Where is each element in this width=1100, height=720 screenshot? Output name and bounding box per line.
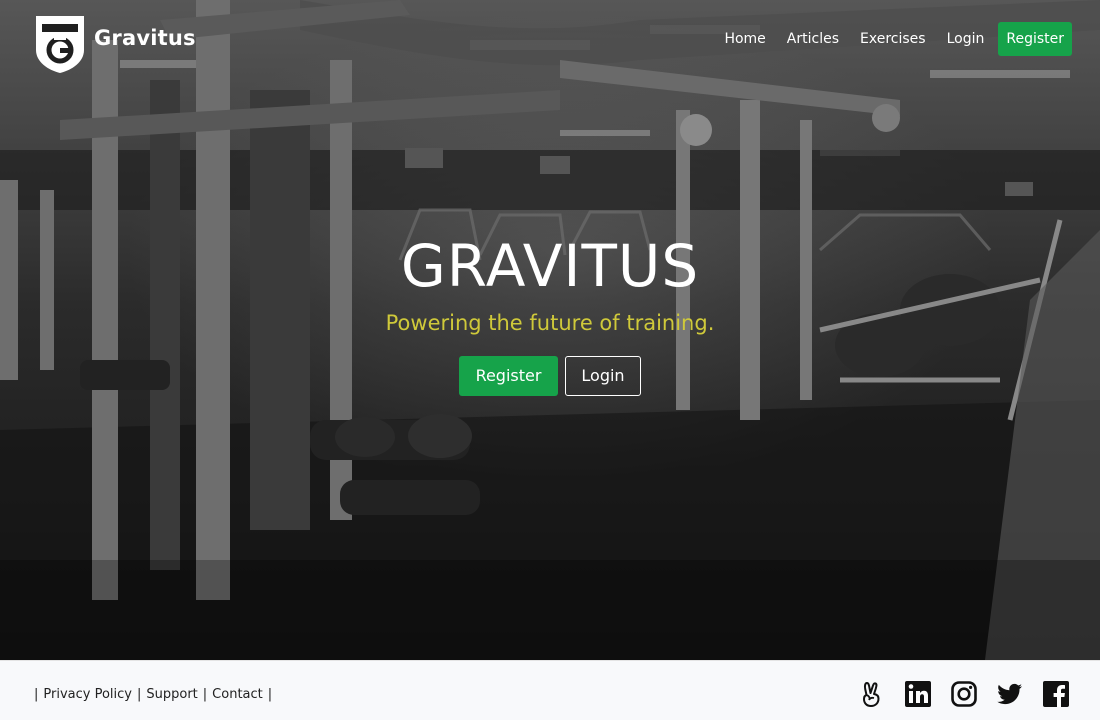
nav-login[interactable]: Login (947, 31, 985, 47)
nav-articles[interactable]: Articles (787, 31, 839, 47)
shield-logo-icon (36, 16, 84, 73)
hero-register-button[interactable]: Register (459, 356, 558, 396)
footer-links: | Privacy Policy | Support | Contact | (34, 687, 277, 702)
hero-actions: Register Login (0, 356, 1100, 396)
privacy-policy-link[interactable]: Privacy Policy (43, 687, 132, 702)
contact-link[interactable]: Contact (212, 687, 263, 702)
nav-home[interactable]: Home (724, 31, 765, 47)
footer-separator: | (202, 687, 208, 702)
hero-tagline: Powering the future of training. (385, 311, 715, 335)
brand-name: Gravitus (94, 26, 196, 50)
hero-section: Gravitus Home Articles Exercises Login R… (0, 0, 1100, 660)
footer-separator: | (267, 687, 273, 702)
nav-register-button[interactable]: Register (998, 22, 1072, 56)
top-navigation: Home Articles Exercises Login Register (703, 22, 1072, 56)
hero-title: GRAVITUS (400, 232, 700, 300)
brand-logo[interactable]: Gravitus (34, 14, 196, 74)
footer-separator: | (137, 687, 142, 702)
facebook-icon[interactable] (1042, 680, 1070, 708)
angellist-icon[interactable] (858, 680, 886, 708)
nav-exercises[interactable]: Exercises (860, 31, 926, 47)
footer-separator: | (34, 687, 39, 702)
linkedin-icon[interactable] (904, 680, 932, 708)
hero-login-button[interactable]: Login (565, 356, 641, 396)
social-links (840, 680, 1070, 708)
instagram-icon[interactable] (950, 680, 978, 708)
support-link[interactable]: Support (146, 687, 197, 702)
twitter-icon[interactable] (996, 680, 1024, 708)
footer: | Privacy Policy | Support | Contact | (0, 660, 1100, 720)
